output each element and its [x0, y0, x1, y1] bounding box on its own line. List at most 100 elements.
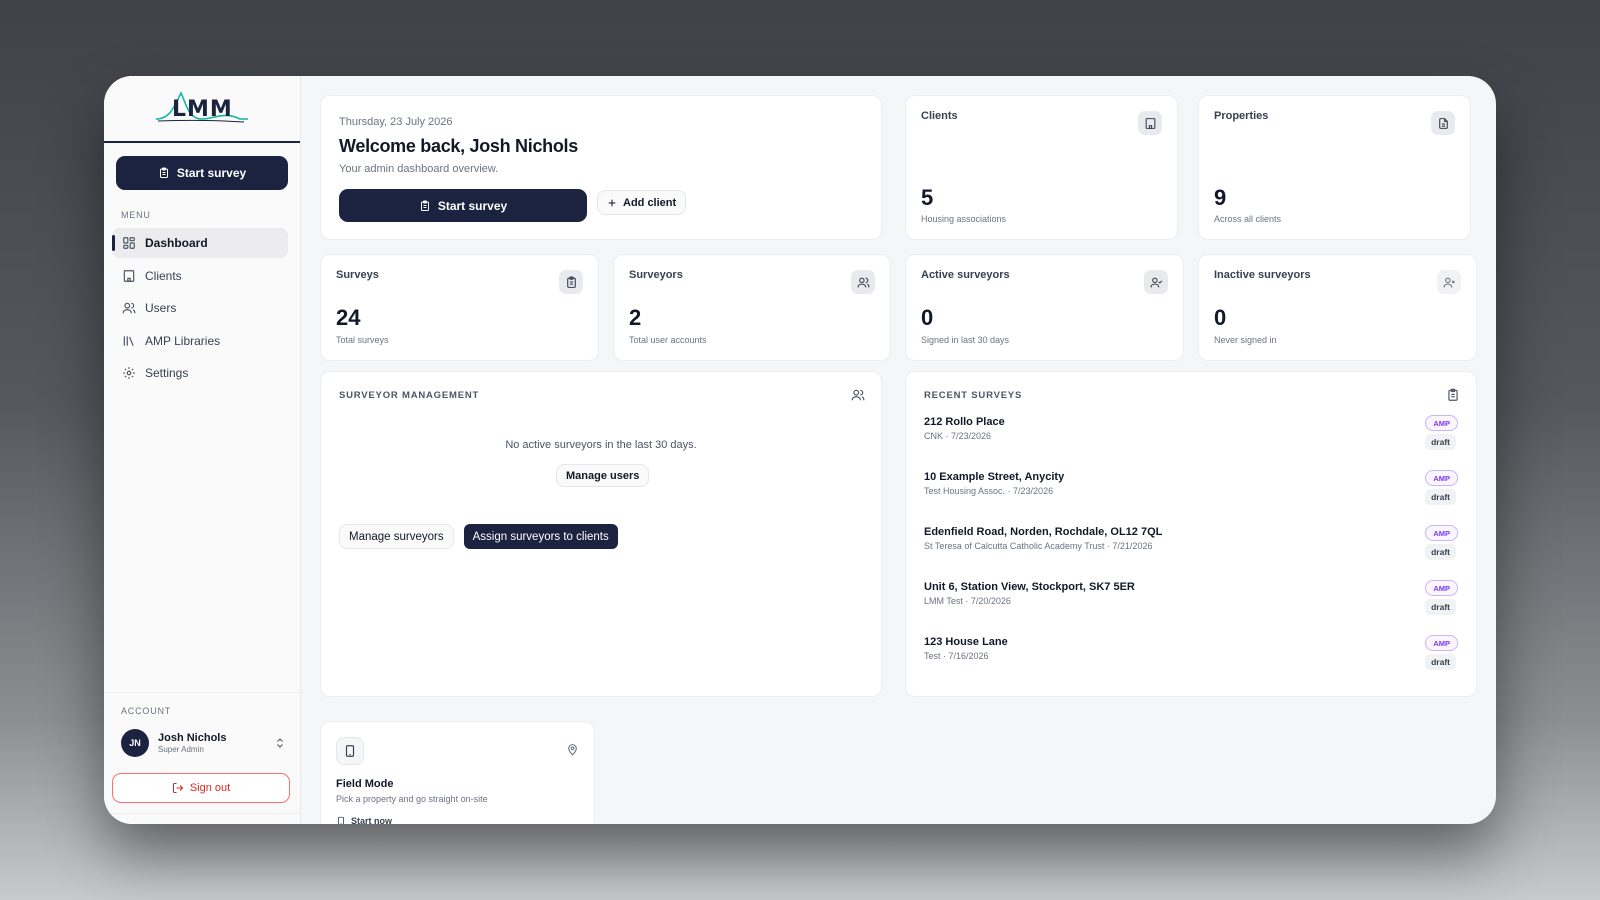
sidebar: LMM Start survey MENU Dashboard Clients …: [104, 76, 301, 824]
account-label: ACCOUNT: [121, 706, 172, 716]
properties-stat-card[interactable]: Properties 9 Across all clients: [1198, 95, 1471, 240]
start-now-label: Start now: [351, 816, 393, 824]
start-now-link[interactable]: Start now: [336, 816, 579, 824]
clipboard-icon: [1448, 388, 1458, 401]
clipboard-icon: [559, 270, 583, 294]
status-badge: draft: [1425, 434, 1456, 450]
building-icon: [1138, 111, 1162, 135]
add-client-button[interactable]: Add client: [597, 190, 687, 215]
status-badge: draft: [1425, 544, 1456, 560]
stat-value: 9: [1214, 185, 1227, 210]
sidebar-nav: Dashboard Clients Users AMP Libraries Se…: [112, 228, 288, 391]
stat-value: 0: [921, 305, 934, 330]
list-item[interactable]: 10 Example Street, Anycity Test Housing …: [924, 470, 1458, 526]
manage-surveyors-button[interactable]: Manage surveyors: [339, 524, 454, 549]
survey-meta: Test Housing Assoc. · 7/23/2026: [924, 486, 1054, 496]
gear-icon: [123, 367, 135, 379]
stat-value: 5: [921, 185, 934, 210]
status-badge: draft: [1425, 654, 1456, 670]
page-title: Welcome back, Josh Nichols: [339, 136, 578, 156]
sidebar-item-dashboard[interactable]: Dashboard: [112, 228, 288, 258]
status-badge: draft: [1425, 489, 1456, 505]
current-date: Thursday, 23 July 2026: [339, 116, 453, 128]
section-title: SURVEYOR MANAGEMENT: [339, 390, 480, 401]
sidebar-item-label: AMP Libraries: [145, 333, 221, 348]
stat-title: Active surveyors: [921, 269, 1010, 281]
field-mode-card[interactable]: Field Mode Pick a property and go straig…: [320, 721, 595, 824]
chevron-up-down-icon: [277, 738, 283, 748]
sidebar-item-label: Settings: [145, 366, 189, 380]
field-mode-title: Field Mode: [336, 778, 394, 790]
sidebar-start-survey-button[interactable]: Start survey: [116, 156, 288, 190]
stat-title: Surveyors: [629, 269, 683, 281]
stat-value: 24: [336, 305, 361, 330]
account-role: Super Admin: [158, 745, 204, 754]
type-badge: AMP: [1425, 635, 1458, 651]
map-pin-icon: [568, 744, 577, 756]
logo-area: LMM: [104, 76, 300, 143]
survey-meta: Test · 7/16/2026: [924, 651, 989, 661]
tablet-icon: [336, 737, 364, 765]
list-item[interactable]: 123 House Lane Test · 7/16/2026 AMP draf…: [924, 635, 1458, 691]
menu-label: MENU: [121, 210, 151, 220]
survey-name: 212 Rollo Place: [924, 416, 1005, 428]
sign-out-button[interactable]: Sign out: [112, 773, 290, 803]
survey-name: Unit 6, Station View, Stockport, SK7 5ER: [924, 581, 1135, 593]
stat-label: Never signed in: [1214, 335, 1277, 345]
sidebar-item-amp-libraries[interactable]: AMP Libraries: [112, 326, 288, 356]
assign-surveyors-button[interactable]: Assign surveyors to clients: [463, 524, 618, 549]
list-item[interactable]: Edenfield Road, Norden, Rochdale, OL12 7…: [924, 525, 1458, 581]
sidebar-item-clients[interactable]: Clients: [112, 261, 288, 291]
library-icon: [123, 335, 134, 346]
manage-users-button[interactable]: Manage users: [556, 464, 650, 487]
document-icon: [1431, 111, 1455, 135]
logout-icon: [172, 783, 184, 793]
survey-name: 10 Example Street, Anycity: [924, 471, 1065, 483]
stat-label: Signed in last 30 days: [921, 335, 1010, 345]
sidebar-item-label: Clients: [145, 268, 182, 283]
list-item[interactable]: 212 Rollo Place CNK · 7/23/2026 AMP draf…: [924, 415, 1458, 471]
survey-name: 123 House Lane: [924, 636, 1008, 648]
inactive-surveyors-stat-card[interactable]: Inactive surveyors 0 Never signed in: [1198, 254, 1477, 361]
logo-text: LMM: [172, 96, 233, 122]
active-surveyors-stat-card[interactable]: Active surveyors 0 Signed in last 30 day…: [905, 254, 1184, 361]
tablet-icon: [338, 816, 344, 824]
survey-meta: CNK · 7/23/2026: [924, 431, 992, 441]
stat-title: Surveys: [336, 269, 379, 281]
sidebar-item-settings[interactable]: Settings: [112, 358, 288, 388]
users-icon: [851, 389, 865, 401]
type-badge: AMP: [1425, 415, 1458, 431]
list-item[interactable]: Unit 6, Station View, Stockport, SK7 5ER…: [924, 580, 1458, 636]
clients-stat-card[interactable]: Clients 5 Housing associations: [905, 95, 1178, 240]
stat-label: Total user accounts: [629, 335, 707, 345]
recent-surveys-card: RECENT SURVEYS 212 Rollo Place CNK · 7/2…: [905, 371, 1477, 697]
surveys-stat-card[interactable]: Surveys 24 Total surveys: [320, 254, 599, 361]
divider: [104, 692, 300, 693]
divider: [104, 813, 300, 814]
survey-list: 212 Rollo Place CNK · 7/23/2026 AMP draf…: [924, 415, 1458, 691]
stat-title: Inactive surveyors: [1214, 269, 1311, 281]
start-survey-label: Start survey: [437, 198, 508, 213]
page-subtitle: Your admin dashboard overview.: [339, 163, 499, 175]
assign-surveyors-label: Assign surveyors to clients: [472, 530, 609, 543]
type-badge: AMP: [1425, 470, 1458, 486]
account-switcher[interactable]: JN Josh Nichols Super Admin: [121, 728, 286, 758]
add-client-label: Add client: [623, 196, 677, 209]
user-check-icon: [1144, 270, 1168, 294]
plus-icon: [608, 199, 616, 206]
stat-value: 0: [1214, 305, 1227, 330]
app-window: LMM Start survey MENU Dashboard Clients …: [104, 76, 1496, 824]
start-survey-button[interactable]: Start survey: [339, 189, 587, 222]
survey-name: Edenfield Road, Norden, Rochdale, OL12 7…: [924, 526, 1163, 538]
building-icon: [123, 269, 135, 282]
clipboard-icon: [159, 167, 168, 178]
management-actions: Manage surveyors Assign surveyors to cli…: [339, 524, 618, 549]
sign-out-label: Sign out: [189, 782, 231, 794]
lmm-logo[interactable]: LMM: [154, 89, 250, 129]
type-badge: AMP: [1425, 580, 1458, 596]
sidebar-item-label: Dashboard: [145, 236, 208, 250]
sidebar-item-users[interactable]: Users: [112, 293, 288, 323]
surveyors-stat-card[interactable]: Surveyors 2 Total user accounts: [613, 254, 891, 361]
field-mode-description: Pick a property and go straight on-site: [336, 794, 488, 804]
sidebar-start-survey-label: Start survey: [176, 166, 247, 180]
